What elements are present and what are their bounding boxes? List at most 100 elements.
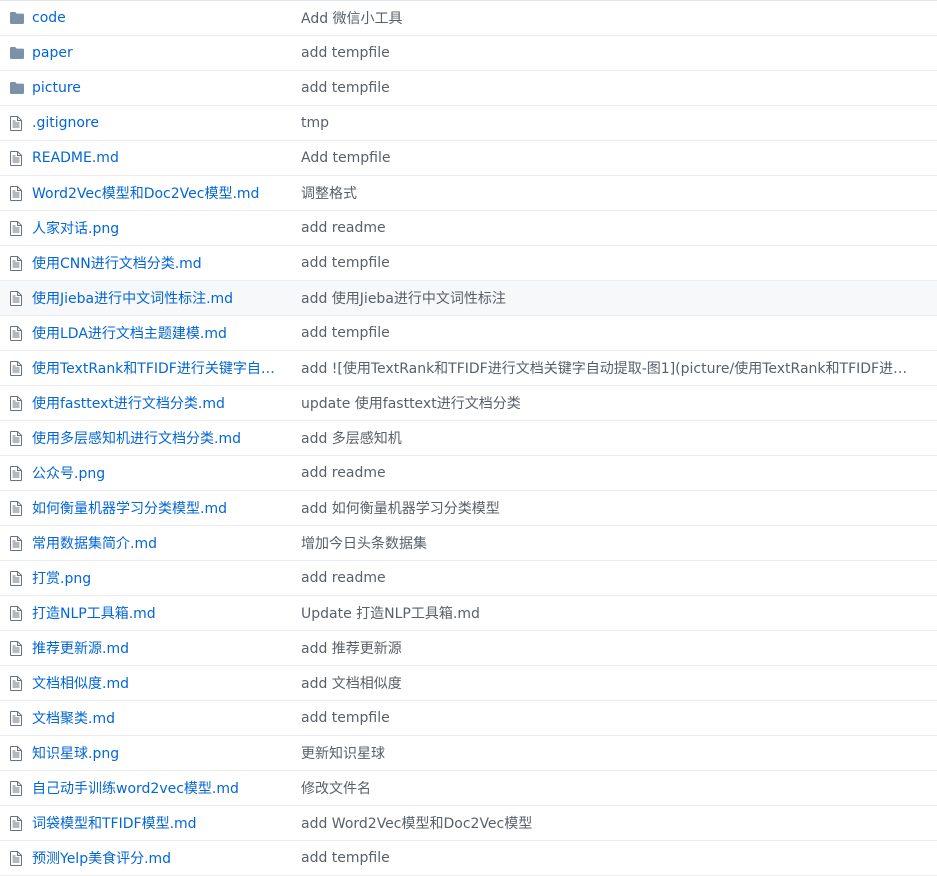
file-link[interactable]: 打赏.png: [32, 571, 91, 587]
file-link[interactable]: 使用LDA进行文档主题建模.md: [32, 326, 227, 342]
commit-message[interactable]: Add 微信小工具: [301, 8, 937, 28]
file-link[interactable]: 使用fasttext进行文档分类.md: [32, 396, 225, 412]
file-link[interactable]: .gitignore: [32, 115, 99, 131]
table-row[interactable]: 常用数据集简介.md 增加今日头条数据集: [0, 526, 937, 561]
file-link[interactable]: 常用数据集简介.md: [32, 536, 157, 552]
commit-message[interactable]: add readme: [301, 570, 937, 586]
commit-message[interactable]: 调整格式: [301, 183, 937, 203]
file-icon: [0, 220, 32, 236]
file-name-cell: code: [32, 10, 301, 26]
table-row[interactable]: 打赏.png add readme: [0, 561, 937, 596]
file-link[interactable]: 打造NLP工具箱.md: [32, 606, 156, 622]
commit-message[interactable]: 增加今日头条数据集: [301, 533, 937, 553]
table-row[interactable]: README.md Add tempfile: [0, 141, 937, 176]
table-row[interactable]: 知识星球.png 更新知识星球: [0, 736, 937, 771]
commit-message[interactable]: update 使用fasttext进行文档分类: [301, 393, 937, 413]
file-icon: [0, 570, 32, 586]
file-link[interactable]: 使用CNN进行文档分类.md: [32, 256, 202, 272]
file-link[interactable]: 人家对话.png: [32, 221, 119, 237]
table-row[interactable]: 使用TextRank和TFIDF进行关键字自… add ![使用TextRank和…: [0, 351, 937, 386]
file-name-cell: 使用fasttext进行文档分类.md: [32, 393, 301, 413]
file-list: code Add 微信小工具 paper add tempfile picture add…: [0, 0, 937, 876]
commit-message[interactable]: add 推荐更新源: [301, 638, 937, 658]
table-row[interactable]: paper add tempfile: [0, 36, 937, 71]
table-row[interactable]: 使用Jieba进行中文词性标注.md add 使用Jieba进行中文词性标注: [0, 281, 937, 316]
file-link[interactable]: Word2Vec模型和Doc2Vec模型.md: [32, 186, 259, 202]
file-link[interactable]: 文档相似度.md: [32, 676, 129, 692]
folder-link[interactable]: code: [32, 10, 66, 26]
file-icon: [0, 675, 32, 691]
folder-icon: [0, 12, 32, 24]
file-icon: [0, 115, 32, 131]
table-row[interactable]: 使用CNN进行文档分类.md add tempfile: [0, 246, 937, 281]
file-link[interactable]: README.md: [32, 150, 119, 166]
file-icon: [0, 745, 32, 761]
table-row[interactable]: 文档聚类.md add tempfile: [0, 701, 937, 736]
table-row[interactable]: 推荐更新源.md add 推荐更新源: [0, 631, 937, 666]
table-row[interactable]: 预测Yelp美食评分.md add tempfile: [0, 841, 937, 876]
commit-message[interactable]: add tempfile: [301, 850, 937, 866]
commit-message[interactable]: add tempfile: [301, 80, 937, 96]
file-name-cell: 如何衡量机器学习分类模型.md: [32, 498, 301, 518]
folder-link[interactable]: paper: [32, 45, 73, 61]
commit-message[interactable]: add 文档相似度: [301, 673, 937, 693]
table-row[interactable]: 如何衡量机器学习分类模型.md add 如何衡量机器学习分类模型: [0, 491, 937, 526]
file-link[interactable]: 预测Yelp美食评分.md: [32, 851, 171, 867]
file-link[interactable]: 如何衡量机器学习分类模型.md: [32, 501, 227, 517]
file-name-cell: Word2Vec模型和Doc2Vec模型.md: [32, 183, 301, 203]
file-name-cell: 使用LDA进行文档主题建模.md: [32, 323, 301, 343]
table-row[interactable]: 人家对话.png add readme: [0, 211, 937, 246]
table-row[interactable]: 使用LDA进行文档主题建模.md add tempfile: [0, 316, 937, 351]
file-name-cell: 使用TextRank和TFIDF进行关键字自…: [32, 358, 301, 378]
commit-message[interactable]: add tempfile: [301, 710, 937, 726]
commit-message[interactable]: add tempfile: [301, 325, 937, 341]
table-row[interactable]: 使用fasttext进行文档分类.md update 使用fasttext进行文档…: [0, 386, 937, 421]
file-link[interactable]: 自己动手训练word2vec模型.md: [32, 781, 239, 797]
file-name-cell: .gitignore: [32, 115, 301, 131]
commit-message[interactable]: add 使用Jieba进行中文词性标注: [301, 288, 937, 308]
file-icon: [0, 150, 32, 166]
file-name-cell: 常用数据集简介.md: [32, 533, 301, 553]
commit-message[interactable]: tmp: [301, 115, 937, 131]
file-link[interactable]: 推荐更新源.md: [32, 641, 129, 657]
commit-message[interactable]: add 如何衡量机器学习分类模型: [301, 498, 937, 518]
file-link[interactable]: 使用Jieba进行中文词性标注.md: [32, 291, 233, 307]
commit-message[interactable]: add 多层感知机: [301, 428, 937, 448]
table-row[interactable]: 词袋模型和TFIDF模型.md add Word2Vec模型和Doc2Vec模型: [0, 806, 937, 841]
table-row[interactable]: 使用多层感知机进行文档分类.md add 多层感知机: [0, 421, 937, 456]
commit-message[interactable]: 修改文件名: [301, 778, 937, 798]
table-row[interactable]: picture add tempfile: [0, 71, 937, 106]
file-name-cell: 文档聚类.md: [32, 708, 301, 728]
file-name-cell: 人家对话.png: [32, 218, 301, 238]
file-name-cell: 知识星球.png: [32, 743, 301, 763]
folder-link[interactable]: picture: [32, 80, 81, 96]
file-icon: [0, 185, 32, 201]
file-icon: [0, 535, 32, 551]
file-name-cell: 打赏.png: [32, 568, 301, 588]
commit-message[interactable]: add readme: [301, 220, 937, 236]
table-row[interactable]: .gitignore tmp: [0, 106, 937, 141]
commit-message[interactable]: Add tempfile: [301, 150, 937, 166]
commit-message[interactable]: add tempfile: [301, 255, 937, 271]
file-link[interactable]: 知识星球.png: [32, 746, 119, 762]
commit-message[interactable]: add readme: [301, 465, 937, 481]
commit-message[interactable]: add tempfile: [301, 45, 937, 61]
table-row[interactable]: 公众号.png add readme: [0, 456, 937, 491]
table-row[interactable]: 自己动手训练word2vec模型.md 修改文件名: [0, 771, 937, 806]
commit-message[interactable]: add Word2Vec模型和Doc2Vec模型: [301, 813, 937, 833]
file-link[interactable]: 文档聚类.md: [32, 711, 115, 727]
file-icon: [0, 465, 32, 481]
file-link[interactable]: 词袋模型和TFIDF模型.md: [32, 816, 197, 832]
file-link[interactable]: 公众号.png: [32, 466, 105, 482]
file-link[interactable]: 使用TextRank和TFIDF进行关键字自…: [32, 361, 275, 377]
table-row[interactable]: code Add 微信小工具: [0, 1, 937, 36]
table-row[interactable]: 打造NLP工具箱.md Update 打造NLP工具箱.md: [0, 596, 937, 631]
commit-message[interactable]: 更新知识星球: [301, 743, 937, 763]
table-row[interactable]: 文档相似度.md add 文档相似度: [0, 666, 937, 701]
file-link[interactable]: 使用多层感知机进行文档分类.md: [32, 431, 241, 447]
file-name-cell: 使用Jieba进行中文词性标注.md: [32, 288, 301, 308]
file-name-cell: 使用多层感知机进行文档分类.md: [32, 428, 301, 448]
table-row[interactable]: Word2Vec模型和Doc2Vec模型.md 调整格式: [0, 176, 937, 211]
commit-message[interactable]: add ![使用TextRank和TFIDF进行文档关键字自动提取-图1](pi…: [301, 358, 937, 378]
commit-message[interactable]: Update 打造NLP工具箱.md: [301, 603, 937, 623]
